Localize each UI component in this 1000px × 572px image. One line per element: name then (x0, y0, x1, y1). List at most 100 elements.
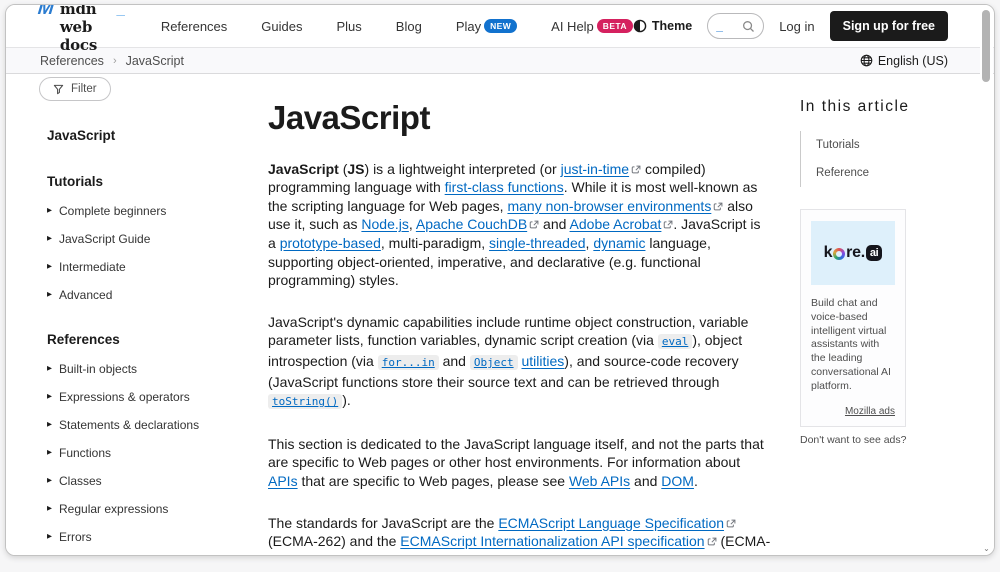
code-link[interactable]: for...in (378, 355, 439, 370)
sidebar-item-expressions-operators[interactable]: ▶Expressions & operators (47, 391, 244, 403)
article-link[interactable]: Node.js (361, 216, 408, 232)
filter-label: Filter (71, 83, 97, 95)
breadcrumb-bar: References › JavaScript English (US) (6, 47, 994, 74)
mdn-m-icon: M (37, 4, 55, 18)
article-link[interactable]: utilities (521, 353, 564, 369)
sidebar-item-classes[interactable]: ▶Classes (47, 475, 244, 487)
ad-optout-link[interactable]: Don't want to see ads? (800, 434, 962, 446)
sidebar-root-javascript[interactable]: JavaScript (47, 128, 244, 143)
chevron-right-icon: ▶ (47, 366, 52, 373)
filter-button[interactable]: Filter (39, 77, 111, 101)
logo-underscore: _ (116, 4, 124, 18)
chevron-right-icon: ▶ (47, 506, 52, 513)
article-link[interactable]: first-class functions (445, 179, 564, 195)
external-link[interactable]: just-in-time (561, 161, 629, 177)
sidebar-item-regular-expressions[interactable]: ▶Regular expressions (47, 503, 244, 515)
nav-link-guides[interactable]: Guides (261, 19, 302, 34)
nav-link-blog[interactable]: Blog (396, 19, 422, 34)
sidebar-item-functions[interactable]: ▶Functions (47, 447, 244, 459)
sidebar-heading-tutorials: Tutorials (47, 160, 244, 189)
ad-logo-block: k re. ai (811, 221, 895, 285)
external-link[interactable]: many non-browser environments (507, 198, 711, 214)
mozilla-ads-link[interactable]: Mozilla ads (811, 406, 895, 417)
sidebar-item-label: Classes (59, 474, 102, 488)
globe-icon (860, 54, 873, 67)
article-link[interactable]: single-threaded (489, 235, 586, 251)
badge-new: NEW (484, 19, 517, 34)
breadcrumb: References › JavaScript (40, 54, 184, 68)
chevron-right-icon: ▶ (47, 292, 52, 299)
ad-panel[interactable]: k re. ai Build chat and voice-based inte… (800, 209, 906, 427)
external-link-icon (726, 519, 736, 529)
toc-list: TutorialsReference (800, 131, 962, 187)
top-navigation: M mdn web docs _ ReferencesGuidesPlusBlo… (6, 5, 994, 47)
sidebar-heading-references: References (47, 318, 244, 347)
mdn-logo[interactable]: M mdn web docs _ (38, 4, 125, 54)
chevron-right-icon: ▶ (47, 264, 52, 271)
search-input[interactable]: _ (707, 13, 764, 39)
search-icon (742, 20, 755, 33)
breadcrumb-item-javascript[interactable]: JavaScript (126, 54, 184, 68)
signup-button[interactable]: Sign up for free (830, 11, 948, 41)
toc-item-reference[interactable]: Reference (801, 159, 962, 187)
toc-item-tutorials[interactable]: Tutorials (801, 131, 962, 159)
article: JavaScript JavaScript (JS) is a lightwei… (268, 74, 772, 555)
sidebar-item-intermediate[interactable]: ▶ Intermediate (47, 261, 244, 273)
article-paragraph: JavaScript (JS) is a lightweight interpr… (268, 160, 772, 290)
external-link-icon (713, 202, 723, 212)
external-link[interactable]: Adobe Acrobat (570, 216, 662, 232)
external-link[interactable]: ECMAScript Internationalization API spec… (400, 533, 704, 549)
article-paragraph: The standards for JavaScript are the ECM… (268, 514, 772, 557)
sidebar-item-label: Intermediate (59, 260, 126, 274)
code-link[interactable]: toString() (268, 394, 342, 409)
badge-beta: BETA (597, 19, 633, 34)
sidebar-item-errors[interactable]: ▶Errors (47, 531, 244, 543)
nav-link-label: Plus (337, 19, 362, 34)
chevron-right-icon: ▶ (47, 534, 52, 541)
breadcrumb-item-references[interactable]: References (40, 54, 104, 68)
external-link[interactable]: Apache CouchDB (416, 216, 527, 232)
kore-logo-chip: ai (866, 245, 883, 261)
main-menu: References Guides Plus Blog PlayNEW AI HelpBE… (161, 19, 633, 34)
chevron-right-icon: ▶ (47, 208, 52, 215)
sidebar: Filter JavaScript Tutorials ▶Complete beg… (6, 74, 244, 555)
theme-toggle[interactable]: Theme (633, 19, 692, 33)
page-content: Filter JavaScript Tutorials ▶Complete beg… (6, 74, 994, 555)
chevron-right-icon: ▶ (47, 450, 52, 457)
sidebar-item-statements-declarations[interactable]: ▶Statements & declarations (47, 419, 244, 431)
ad-copy: Build chat and voice-based intelligent v… (811, 297, 895, 394)
breadcrumb-separator-icon: › (113, 55, 117, 67)
code-link[interactable]: eval (658, 334, 693, 349)
filter-icon (53, 84, 64, 95)
chevron-right-icon: ▶ (47, 236, 52, 243)
scrollbar-down-icon[interactable]: ⌄ (980, 545, 993, 553)
article-link[interactable]: dynamic (593, 235, 645, 251)
sidebar-item-complete-beginners[interactable]: ▶Complete beginners (47, 205, 244, 217)
sidebar-item-built-in-objects[interactable]: ▶ Built-in objects (47, 363, 244, 375)
nav-link-references[interactable]: References (161, 19, 227, 34)
sidebar-item-label: JavaScript Guide (59, 232, 150, 246)
sidebar-item-label: Expressions & operators (59, 390, 190, 404)
article-link[interactable]: Web APIs (569, 473, 630, 489)
external-link[interactable]: ECMAScript Language Specification (498, 515, 724, 531)
article-link[interactable]: prototype-based (280, 235, 381, 251)
sidebar-item-javascript-guide[interactable]: ▶ JavaScript Guide (47, 233, 244, 245)
sidebar-item-advanced[interactable]: ▶Advanced (47, 289, 244, 301)
mdn-wordmark: mdn web docs (60, 4, 116, 54)
scrollbar[interactable]: ⌄ (980, 6, 993, 554)
toc-heading: In this article (800, 98, 962, 116)
language-switcher[interactable]: English (US) (860, 54, 948, 68)
nav-link-plus[interactable]: Plus (337, 19, 362, 34)
nav-link-ai-help[interactable]: AI HelpBETA (551, 19, 633, 34)
article-link[interactable]: DOM (661, 473, 694, 489)
nav-link-play[interactable]: PlayNEW (456, 19, 517, 34)
login-link[interactable]: Log in (779, 19, 814, 34)
code-link[interactable]: Object (470, 355, 518, 370)
scrollbar-thumb[interactable] (982, 10, 990, 82)
article-body: JavaScript (JS) is a lightweight interpr… (268, 160, 772, 556)
kore-logo-prefix: k (824, 244, 833, 262)
bold-text: JS (347, 161, 364, 177)
article-paragraph: This section is dedicated to the JavaScr… (268, 435, 772, 491)
sidebar-item-label: Built-in objects (59, 362, 137, 376)
article-link[interactable]: APIs (268, 473, 298, 489)
